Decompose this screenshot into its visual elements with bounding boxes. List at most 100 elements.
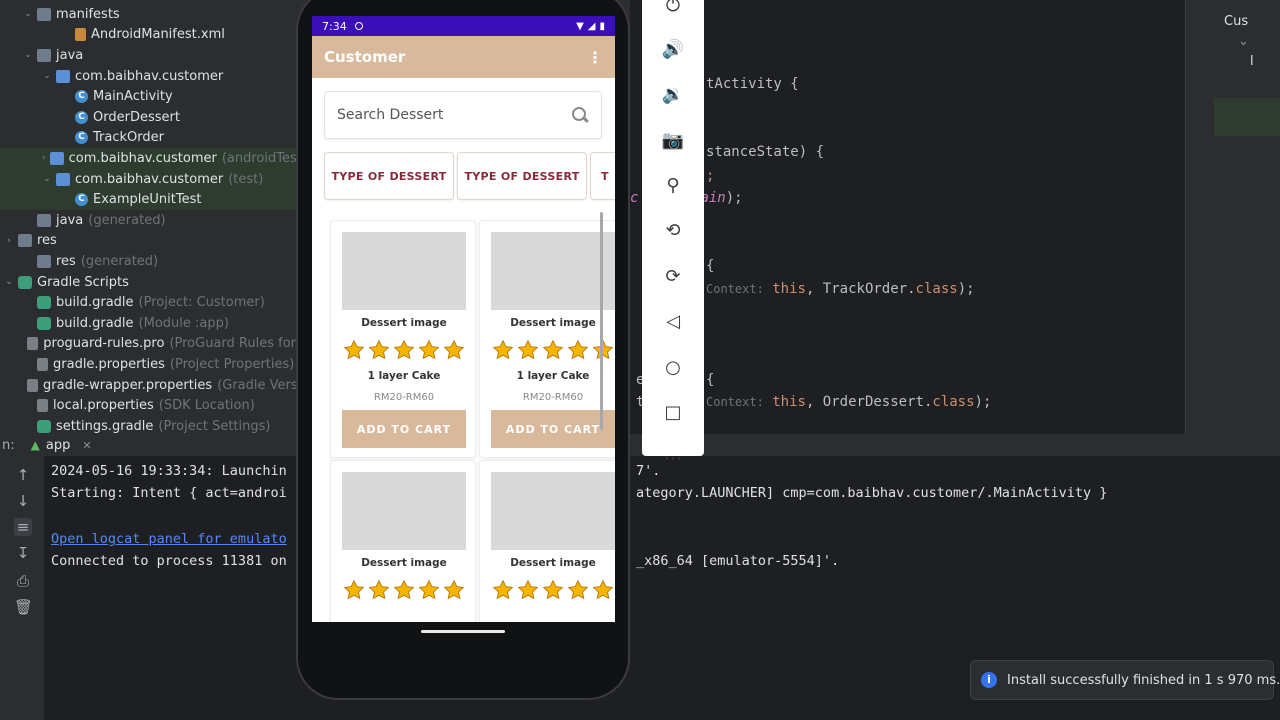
dessert-type-chip[interactable]: TYPE OF DESSERT bbox=[457, 152, 587, 200]
chevron-down-icon[interactable]: ⌄ bbox=[23, 50, 33, 60]
print-icon[interactable]: ⎙ bbox=[14, 572, 32, 590]
folder-icon bbox=[37, 48, 51, 62]
tree-item[interactable]: C ExampleUnitTest bbox=[0, 189, 296, 210]
tree-item[interactable]: java (generated) bbox=[0, 210, 296, 231]
rotate-right-icon[interactable]: ⟳ bbox=[661, 265, 685, 289]
tree-item[interactable]: build.gradle (Module :app) bbox=[0, 313, 296, 334]
structure-item[interactable]: l bbox=[1250, 54, 1254, 69]
search-input[interactable]: Search Dessert bbox=[324, 91, 602, 139]
tree-item[interactable]: ⌄ manifests bbox=[0, 4, 296, 25]
scrollbar[interactable] bbox=[600, 212, 603, 430]
code-token: class bbox=[932, 394, 975, 410]
tree-item[interactable]: gradle-wrapper.properties (Gradle Versi bbox=[0, 375, 296, 396]
chevron-down-icon[interactable]: ⌄ bbox=[42, 174, 52, 184]
dessert-card[interactable]: Dessert image 1 layer Cake RM20-RM60 ADD TO… bbox=[479, 220, 615, 458]
folder-icon bbox=[18, 234, 32, 248]
chevron-right-icon[interactable]: › bbox=[4, 236, 14, 246]
add-to-cart-button[interactable]: ADD TO CART bbox=[342, 410, 466, 448]
soft-wrap-icon[interactable]: ≡ bbox=[14, 518, 32, 536]
tree-item-label: proguard-rules.pro bbox=[43, 336, 165, 352]
rotate-left-icon[interactable]: ⟲ bbox=[661, 219, 685, 243]
dessert-name: 1 layer Cake bbox=[516, 370, 590, 382]
close-icon[interactable]: ✕ bbox=[82, 439, 91, 452]
star-icon bbox=[517, 579, 541, 603]
chevron-down-icon[interactable]: ⌄ bbox=[42, 71, 52, 81]
app-bar: Customer ⋮ bbox=[312, 36, 615, 78]
star-icon bbox=[492, 339, 516, 363]
wifi-icon: ▼ bbox=[576, 20, 584, 32]
overflow-menu-icon[interactable]: ⋮ bbox=[587, 48, 603, 67]
dessert-type-chip[interactable]: TYPE OF DESSERT bbox=[324, 152, 454, 200]
more-icon[interactable]: ⋯ bbox=[661, 447, 685, 471]
folder-icon bbox=[37, 254, 51, 268]
home-icon[interactable]: ○ bbox=[661, 356, 685, 380]
tree-item[interactable]: build.gradle (Project: Customer) bbox=[0, 292, 296, 313]
tree-item[interactable]: local.properties (SDK Location) bbox=[0, 395, 296, 416]
volume-up-icon[interactable]: 🔊 bbox=[661, 38, 685, 62]
tree-item[interactable]: › com.baibhav.customer(androidTest) bbox=[0, 148, 296, 169]
tree-item-label: java bbox=[56, 47, 84, 63]
code-line: { bbox=[706, 372, 715, 388]
phone-screen[interactable]: 7:34 ▼ ◢ ▮ Customer ⋮ Search Dessert TYP… bbox=[312, 16, 615, 622]
chevron-down-icon[interactable]: ⌄ bbox=[1238, 34, 1249, 49]
dessert-card[interactable]: Dessert image bbox=[330, 460, 476, 622]
code-token: this bbox=[772, 281, 806, 297]
tree-item[interactable]: res (generated) bbox=[0, 251, 296, 272]
notification-icon bbox=[354, 22, 363, 30]
dessert-type-chip[interactable]: T bbox=[590, 152, 615, 200]
tree-item[interactable]: proguard-rules.pro (ProGuard Rules for bbox=[0, 334, 296, 355]
gradle-icon bbox=[18, 275, 32, 289]
install-notification[interactable]: i Install successfully finished in 1 s 9… bbox=[970, 660, 1280, 700]
tree-item[interactable]: AndroidManifest.xml bbox=[0, 25, 296, 46]
dessert-card[interactable]: Dessert image 1 layer Cake RM20-RM60 ADD TO… bbox=[330, 220, 476, 458]
tree-item-label: settings.gradle bbox=[56, 418, 154, 434]
info-icon: i bbox=[981, 672, 997, 688]
tree-item[interactable]: settings.gradle (Project Settings) bbox=[0, 416, 296, 434]
structure-item[interactable]: Cus bbox=[1224, 14, 1248, 29]
power-icon[interactable]: ⏻ bbox=[661, 0, 685, 18]
status-bar: 7:34 ▼ ◢ ▮ bbox=[312, 16, 615, 36]
tree-item-label: gradle-wrapper.properties bbox=[43, 377, 213, 393]
structure-selection bbox=[1214, 98, 1280, 136]
scroll-to-end-icon[interactable]: ↧ bbox=[14, 544, 32, 562]
tree-item[interactable]: ⌄ com.baibhav.customer bbox=[0, 66, 296, 87]
rating-stars bbox=[492, 339, 615, 363]
chevron-down-icon[interactable]: ⌄ bbox=[4, 277, 14, 287]
arrow-up-icon[interactable]: ↑ bbox=[14, 466, 32, 484]
code-line: ; bbox=[706, 168, 714, 184]
volume-down-icon[interactable]: 🔉 bbox=[661, 83, 685, 107]
tree-item[interactable]: ⌄ Gradle Scripts bbox=[0, 272, 296, 293]
overview-icon[interactable]: □ bbox=[661, 401, 685, 425]
tree-item[interactable]: › res bbox=[0, 231, 296, 252]
code-line: tActivity { bbox=[706, 76, 799, 92]
run-tab-app[interactable]: app bbox=[46, 438, 70, 453]
trash-icon[interactable]: 🗑 bbox=[14, 598, 33, 616]
zoom-icon[interactable]: ⚲ bbox=[661, 174, 685, 198]
dessert-card[interactable]: Dessert image bbox=[479, 460, 615, 622]
tree-item[interactable]: ⌄ com.baibhav.customer (test) bbox=[0, 168, 296, 190]
search-icon[interactable] bbox=[571, 106, 589, 124]
chevron-right-icon[interactable]: › bbox=[42, 153, 46, 163]
tree-item[interactable]: C OrderDessert bbox=[0, 107, 296, 128]
tree-item-sublabel: (Module :app) bbox=[138, 315, 229, 331]
camera-icon[interactable]: 📷 bbox=[661, 129, 685, 153]
package-icon bbox=[49, 151, 64, 165]
tree-item[interactable]: gradle.properties (Project Properties) bbox=[0, 354, 296, 375]
xml-file-icon bbox=[75, 28, 86, 42]
code-editor[interactable]: tActivity { stanceState) { ; c ain); { Co… bbox=[630, 0, 1185, 434]
arrow-down-icon[interactable]: ↓ bbox=[14, 492, 32, 510]
star-icon bbox=[368, 339, 392, 363]
tree-item[interactable]: C MainActivity bbox=[0, 86, 296, 107]
properties-icon bbox=[37, 399, 48, 413]
tree-item[interactable]: ⌄ java bbox=[0, 45, 296, 66]
chevron-down-icon[interactable]: ⌄ bbox=[23, 9, 33, 19]
gesture-nav-bar[interactable] bbox=[421, 630, 505, 633]
code-token: c bbox=[630, 190, 639, 206]
dessert-image-placeholder bbox=[491, 232, 615, 310]
project-tree: ⌄ manifests AndroidManifest.xml ⌄ java ⌄ com.b… bbox=[0, 0, 296, 434]
add-to-cart-button[interactable]: ADD TO CART bbox=[491, 410, 615, 448]
back-icon[interactable]: ◁ bbox=[661, 310, 685, 334]
dessert-image-placeholder bbox=[491, 472, 615, 550]
tree-item[interactable]: C TrackOrder bbox=[0, 128, 296, 149]
logcat-link[interactable]: Open logcat panel for emulato bbox=[51, 531, 287, 547]
